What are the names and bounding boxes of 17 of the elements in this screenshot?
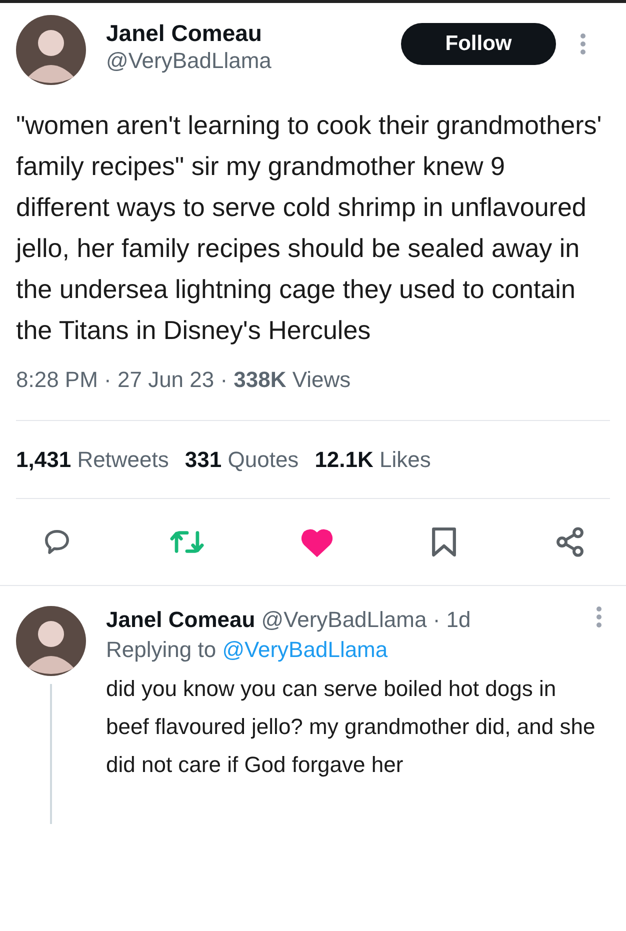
tweet-text: "women aren't learning to cook their grandmothers' family recipes" sir my grandmother knew 9 different ways to serve cold shrimp in unflavoured jello, her family recipes should be sealed away in the undersea lightning cage they used to contain the Titans in Disney's Hercules	[14, 109, 603, 347]
stat-count[interactable]: 12.1K Likes	[314, 443, 431, 476]
author-handle[interactable]: @VeryBadLlama	[106, 47, 272, 75]
heart-icon[interactable]	[301, 527, 333, 557]
avatar[interactable]	[16, 606, 86, 676]
stat-count[interactable]: 1,431 Retweets	[16, 443, 169, 476]
bookmark-icon[interactable]	[430, 526, 456, 558]
share-icon[interactable]	[554, 526, 586, 558]
replying-to-text: Replying to @VeryBadLlama	[106, 636, 389, 664]
comment-icon[interactable]	[42, 527, 72, 557]
author-name[interactable]: Janel Comeau	[106, 19, 272, 47]
avatar[interactable]	[16, 15, 86, 85]
reply-header: Janel Comeau @VeryBadLlama · 1d	[106, 606, 471, 634]
tweet-timestamp: 8:28 PM · 27 Jun 23 · 338K Views	[16, 367, 351, 392]
follow-button[interactable]: Follow	[401, 23, 556, 65]
reply-text: did you know you can serve boiled hot dogs in beef flavoured jello? my grandmother did, and she did not care if God forgave her	[106, 675, 596, 779]
stat-count[interactable]: 331 Quotes	[184, 443, 299, 476]
